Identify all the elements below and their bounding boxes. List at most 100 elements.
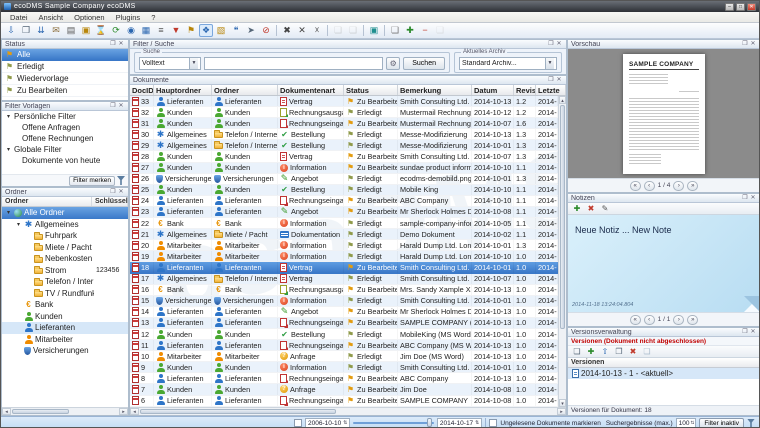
new-blank-icon[interactable]: ❏ [433, 24, 447, 37]
spinner-icon[interactable]: ⇅ [475, 420, 479, 426]
folder-scroll-thumb[interactable] [12, 409, 69, 414]
close-doc-icon[interactable]: ✖ [280, 24, 294, 37]
status-item-zu-bearbeiten[interactable]: Zu Bearbeiten [2, 85, 128, 97]
close-all-icon[interactable]: ✕ [295, 24, 309, 37]
versions-close-icon[interactable]: ✕ [749, 328, 757, 336]
status-close-icon[interactable]: ✕ [117, 40, 125, 48]
open-doc-icon[interactable]: ❐ [19, 24, 33, 37]
slider-handle[interactable] [427, 418, 432, 427]
unread-checkbox[interactable] [489, 419, 497, 427]
chevron-down-icon[interactable]: ▼ [545, 58, 554, 69]
hscroll-thumb[interactable] [140, 409, 336, 414]
save-filter-button[interactable]: Filter merken [69, 176, 115, 186]
save-all-icon[interactable]: ⇊ [34, 24, 48, 37]
filter-group-globale-filter[interactable]: ▾Globale Filter [2, 144, 128, 155]
documents-vscrollbar[interactable]: ▴ ▾ [558, 96, 566, 407]
add-version-icon[interactable]: ✚ [585, 346, 597, 357]
prev-page-button[interactable]: ‹ [644, 181, 655, 191]
document-row[interactable]: 33LieferantenLieferantenVertragZu Bearbe… [130, 96, 558, 107]
document-row[interactable]: 20MitarbeiterMitarbeiterInformationErled… [130, 240, 558, 251]
notes-close-icon[interactable]: ✕ [749, 194, 757, 202]
document-row[interactable]: 21AllgemeinesMiete / PachtDokumentationE… [130, 229, 558, 240]
folder-item-miete-pacht[interactable]: Miete / Pacht [2, 242, 128, 254]
filter-item-offene-anfragen[interactable]: Offene Anfragen [2, 122, 128, 133]
document-row[interactable]: 16BankBankRechnungsausgangZu BearbeitenM… [130, 285, 558, 296]
history-icon[interactable]: ⌛ [94, 24, 108, 37]
view-version-icon[interactable]: ❏ [571, 346, 583, 357]
versions-float-icon[interactable]: ❐ [741, 328, 749, 336]
documents-hscrollbar[interactable]: ◂ ▸ [130, 407, 566, 415]
clipboard-icon[interactable]: ▣ [367, 24, 381, 37]
folder-item-mitarbeiter[interactable]: Mitarbeiter [2, 334, 128, 346]
column-header-ordner[interactable]: Ordner [212, 85, 278, 95]
folder-item-nebenkosten[interactable]: Nebenkosten [2, 253, 128, 265]
column-header-revision[interactable]: Revision [514, 85, 536, 95]
next-page-button[interactable]: › [673, 181, 684, 191]
column-header-dokumentenart[interactable]: Dokumentenart [278, 85, 344, 95]
filter-inactive-button[interactable]: Filter inaktiv [699, 418, 744, 428]
prev-page-button[interactable]: ‹ [644, 315, 655, 325]
notes-float-icon[interactable]: ❐ [741, 194, 749, 202]
menu-ansicht[interactable]: Ansicht [34, 13, 69, 22]
column-header-bemerkung[interactable]: Bemerkung [398, 85, 472, 95]
copy-version-icon[interactable]: ❐ [613, 346, 625, 357]
date-to-field[interactable]: 2014-10-17 ⇅ [437, 418, 482, 428]
vscroll-thumb[interactable] [560, 105, 565, 329]
versions-list-header[interactable]: Versionen [568, 358, 760, 368]
folder-hscrollbar[interactable]: ◂ ▸ [2, 407, 128, 415]
stop-icon[interactable]: ⊘ [259, 24, 273, 37]
column-header-status[interactable]: Status [344, 85, 398, 95]
document-row[interactable]: 25KundenKundenBestellungErledigtMobile K… [130, 185, 558, 196]
date-range-slider[interactable] [353, 422, 433, 424]
search-button[interactable]: Suchen [403, 57, 445, 70]
status-item-alle[interactable]: Alle [2, 49, 128, 61]
column-header-datum[interactable]: Datum [472, 85, 514, 95]
next-page-button[interactable]: › [673, 315, 684, 325]
folder-col-ordner[interactable]: Ordner [2, 197, 92, 206]
folder-item-lieferanten[interactable]: Lieferanten [2, 322, 128, 334]
spinner-icon[interactable]: ⇅ [343, 420, 347, 426]
expand-icon[interactable]: ▾ [5, 146, 12, 153]
date-range-checkbox[interactable] [294, 419, 302, 427]
archive-combo[interactable]: Standard Archiv... ▼ [459, 57, 557, 70]
search-input[interactable] [204, 57, 383, 70]
pin-icon[interactable]: ➤ [244, 24, 258, 37]
filter-item-offene-rechnungen[interactable]: Offene Rechnungen [2, 133, 128, 144]
scroll-down-icon[interactable]: ▾ [559, 399, 566, 407]
menu-optionen[interactable]: Optionen [69, 13, 109, 22]
archive-icon[interactable]: ▣ [79, 24, 93, 37]
folder-item-tv-rundfunk[interactable]: TV / Rundfunk [2, 288, 128, 300]
folder-col-schluessel[interactable]: Schlüssel [92, 197, 128, 206]
filter-float-icon[interactable]: ❐ [109, 102, 117, 110]
results-spinner[interactable]: 100 ⇅ [676, 418, 697, 428]
expand-icon[interactable]: ▾ [5, 113, 12, 120]
document-row[interactable]: 22BankBankInformationErledigtsample-comp… [130, 218, 558, 229]
document-row[interactable]: 15VersicherungenVersicherungenInformatio… [130, 296, 558, 307]
document-row[interactable]: 18LieferantenLieferantenVertragZu Bearbe… [130, 262, 558, 273]
document-row[interactable]: 31KundenKundenRechnungseingangZu Bearbei… [130, 118, 558, 129]
scroll-left-icon[interactable]: ◂ [130, 408, 139, 415]
folder-float-icon[interactable]: ❐ [109, 188, 117, 196]
print-icon[interactable]: ▤ [64, 24, 78, 37]
document-row[interactable]: 32KundenKundenRechnungsausgangErledigtMu… [130, 107, 558, 118]
table-view-icon[interactable]: ▦ [139, 24, 153, 37]
last-page-button[interactable]: » [687, 181, 698, 191]
document-row[interactable]: 8LieferantenLieferantenRechnungseingangZ… [130, 373, 558, 384]
document-row[interactable]: 23LieferantenLieferantenAngebotZu Bearbe… [130, 207, 558, 218]
document-row[interactable]: 12KundenKundenBestellungErledigtMobileKi… [130, 329, 558, 340]
folder-item-allgemeines[interactable]: ▾Allgemeines [2, 219, 128, 231]
folder-scroll-left-icon[interactable]: ◂ [2, 408, 11, 415]
documents-close-icon[interactable]: ✕ [555, 76, 563, 84]
document-row[interactable]: 13LieferantenLieferantenRechnungseingang… [130, 318, 558, 329]
layout-view-icon[interactable]: ❖ [199, 24, 213, 37]
export-version-icon[interactable]: ❏ [641, 346, 653, 357]
folder-item-alle-ordner[interactable]: ▾Alle Ordner [2, 207, 128, 219]
document-row[interactable]: 30AllgemeinesTelefon / InternetBestellun… [130, 129, 558, 140]
folder-item-fuhrpark[interactable]: Fuhrpark [2, 230, 128, 242]
filter-group-pers-nliche-filter[interactable]: ▾Persönliche Filter [2, 111, 128, 122]
folder-item-bank[interactable]: Bank [2, 299, 128, 311]
document-row[interactable]: 14LieferantenLieferantenAngebotZu Bearbe… [130, 307, 558, 318]
edit-note-icon[interactable]: ✎ [599, 203, 611, 214]
filter-funnel-icon[interactable] [747, 419, 755, 428]
document-row[interactable]: 19MitarbeiterMitarbeiterInformationErled… [130, 251, 558, 262]
